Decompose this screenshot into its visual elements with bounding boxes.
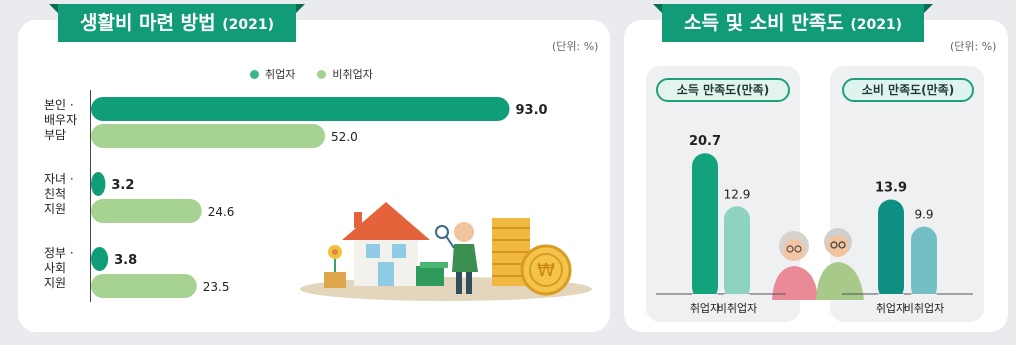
consumption-value-label: 13.9 bbox=[875, 180, 907, 195]
consumption-bar-base-mask bbox=[878, 294, 904, 302]
income-bar-employed bbox=[692, 153, 718, 300]
consumption-bar-employed bbox=[878, 199, 904, 300]
income-x-label: 비취업자 bbox=[717, 302, 757, 315]
consumption-x-label: 비취업자 bbox=[904, 302, 944, 315]
income-bar-base-mask bbox=[692, 294, 718, 302]
satisfaction-bar-chart: 20.7 취업자 12.9 비취업자 13.9 취업자 9.9 비취업자 bbox=[656, 134, 973, 315]
consumption-x-label: 취업자 bbox=[876, 302, 906, 315]
income-bar-unemployed bbox=[724, 206, 750, 300]
income-value-label: 12.9 bbox=[724, 187, 751, 201]
consumption-value-label: 9.9 bbox=[914, 208, 933, 222]
income-value-label: 20.7 bbox=[689, 134, 721, 149]
consumption-bar-unemployed bbox=[911, 226, 937, 300]
income-bar-base-mask bbox=[724, 294, 750, 302]
consumption-bar-base-mask bbox=[911, 294, 937, 302]
income-x-label: 취업자 bbox=[690, 302, 720, 315]
